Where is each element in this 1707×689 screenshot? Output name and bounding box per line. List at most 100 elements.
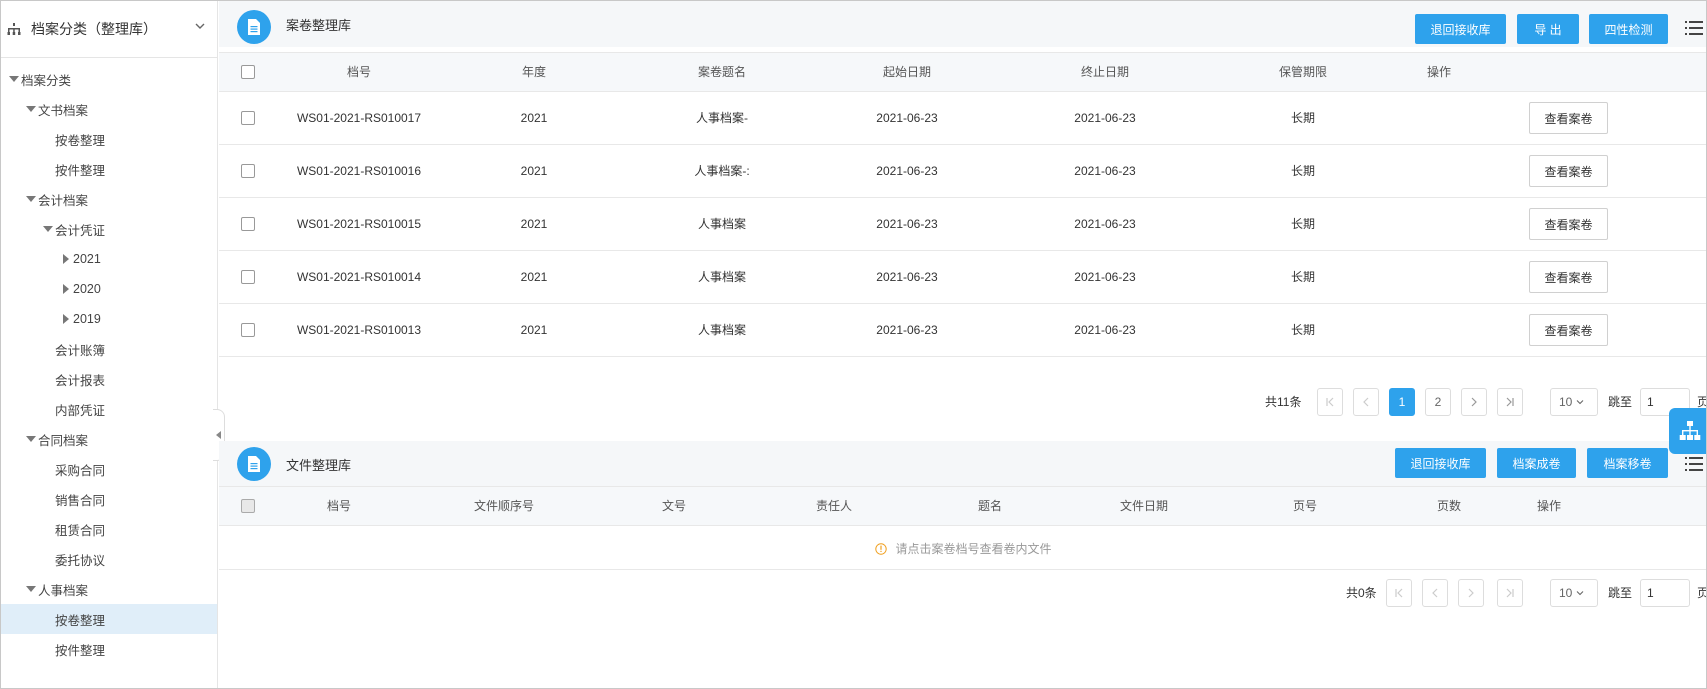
tree-node[interactable]: 会计凭证 <box>1 214 217 244</box>
tree-node[interactable]: 委托协议 <box>1 544 217 574</box>
caret-down-icon[interactable] <box>26 584 36 594</box>
caret-right-icon[interactable] <box>61 314 71 324</box>
sidebar-title: 档案分类（整理库） <box>31 21 157 37</box>
caret-right-icon[interactable] <box>61 284 71 294</box>
jump-page-input[interactable]: 1 <box>1640 579 1690 607</box>
select-all-checkbox[interactable] <box>241 65 255 79</box>
page-button-2[interactable]: 2 <box>1425 388 1451 416</box>
tree-node[interactable]: 租赁合同 <box>1 514 217 544</box>
tree-node[interactable]: 会计报表 <box>1 364 217 394</box>
table-row[interactable]: WS01-2021-RS010014 2021 人事档案 2021-06-23 … <box>219 251 1706 304</box>
cell-code[interactable]: WS01-2021-RS010017 <box>279 92 439 144</box>
tree-node[interactable]: 采购合同 <box>1 454 217 484</box>
tree-node[interactable]: 会计账簿 <box>1 334 217 364</box>
tree-node[interactable]: 档案分类 <box>1 64 217 94</box>
column-header-page-no: 页号 <box>1292 499 1317 513</box>
prev-page-button[interactable] <box>1353 388 1379 416</box>
table-row[interactable]: WS01-2021-RS010015 2021 人事档案 2021-06-23 … <box>219 198 1706 251</box>
four-property-check-button[interactable]: 四性检测 <box>1589 14 1668 44</box>
tree-node[interactable]: 会计档案 <box>1 184 217 214</box>
document-icon <box>237 10 271 44</box>
cell-retention: 长期 <box>1290 323 1315 337</box>
cell-year: 2021 <box>520 270 548 284</box>
category-tree: 档案分类 文书档案 按卷整理 按件整理 会计档案 会计凭证 2021 2020 2019 会计账簿… <box>1 58 217 664</box>
last-page-button[interactable] <box>1497 388 1523 416</box>
tree-node[interactable]: 按卷整理 <box>1 124 217 154</box>
first-page-button[interactable] <box>1386 579 1412 607</box>
total-count: 共11条 <box>1265 395 1302 409</box>
column-settings-icon[interactable] <box>1685 456 1703 472</box>
view-volume-button[interactable]: 查看案卷 <box>1529 314 1608 346</box>
tree-node[interactable]: 人事档案 <box>1 574 217 604</box>
tree-node[interactable]: 2021 <box>1 244 217 274</box>
tree-node[interactable]: 按卷整理 <box>1 604 217 634</box>
column-header-year: 年度 <box>521 65 546 79</box>
view-volume-button[interactable]: 查看案卷 <box>1529 102 1608 134</box>
row-checkbox[interactable] <box>241 217 255 231</box>
cell-code[interactable]: WS01-2021-RS010016 <box>279 145 439 197</box>
page-size-select[interactable]: 10 <box>1550 388 1598 416</box>
tree-node[interactable]: 文书档案 <box>1 94 217 124</box>
info-icon <box>875 542 888 555</box>
table-row[interactable]: WS01-2021-RS010013 2021 人事档案 2021-06-23 … <box>219 304 1706 357</box>
tree-node[interactable]: 合同档案 <box>1 424 217 454</box>
org-chart-float-button[interactable] <box>1669 408 1706 454</box>
prev-page-button[interactable] <box>1422 579 1448 607</box>
caret-down-icon[interactable] <box>26 434 36 444</box>
tree-node[interactable]: 销售合同 <box>1 484 217 514</box>
volume-panel-title: 案卷整理库 <box>286 17 352 33</box>
cell-retention: 长期 <box>1290 111 1315 125</box>
column-header-file-seq: 文件顺序号 <box>473 499 534 513</box>
caret-right-icon[interactable] <box>61 254 71 264</box>
cell-title: 人事档案-: <box>694 164 750 178</box>
cell-year: 2021 <box>520 164 548 178</box>
tree-node-label: 会计报表 <box>55 373 106 388</box>
export-button[interactable]: 导 出 <box>1517 14 1579 44</box>
column-header-file-date: 文件日期 <box>1119 499 1168 513</box>
return-to-receiving-button[interactable]: 退回接收库 <box>1415 14 1506 44</box>
jump-suffix: 页 <box>1697 579 1706 607</box>
caret-down-icon[interactable] <box>9 74 19 84</box>
caret-down-icon[interactable] <box>26 194 36 204</box>
tree-node-label: 会计档案 <box>38 193 89 208</box>
row-checkbox[interactable] <box>241 164 255 178</box>
table-row[interactable]: WS01-2021-RS010016 2021 人事档案-: 2021-06-2… <box>219 145 1706 198</box>
table-row[interactable]: WS01-2021-RS010017 2021 人事档案- 2021-06-23… <box>219 92 1706 145</box>
tree-node[interactable]: 内部凭证 <box>1 394 217 424</box>
sidebar-header[interactable]: 档案分类（整理库） <box>1 1 217 58</box>
last-page-button[interactable] <box>1497 579 1523 607</box>
tree-node[interactable]: 2019 <box>1 304 217 334</box>
select-all-checkbox[interactable] <box>241 499 255 513</box>
cell-retention: 长期 <box>1290 164 1315 178</box>
cell-start-date: 2021-06-23 <box>876 217 938 231</box>
move-volume-button[interactable]: 档案移卷 <box>1587 448 1668 478</box>
tree-node[interactable]: 按件整理 <box>1 634 217 664</box>
tree-node[interactable]: 按件整理 <box>1 154 217 184</box>
column-settings-icon[interactable] <box>1685 20 1703 36</box>
tree-node[interactable]: 2020 <box>1 274 217 304</box>
caret-down-icon[interactable] <box>43 224 53 234</box>
page-size-select[interactable]: 10 <box>1550 579 1598 607</box>
tree-node-label: 2021 <box>73 252 101 266</box>
cell-code[interactable]: WS01-2021-RS010014 <box>279 251 439 303</box>
cell-end-date: 2021-06-23 <box>1074 164 1136 178</box>
first-page-button[interactable] <box>1317 388 1343 416</box>
row-checkbox[interactable] <box>241 270 255 284</box>
caret-down-icon[interactable] <box>26 104 36 114</box>
row-checkbox[interactable] <box>241 323 255 337</box>
cell-year: 2021 <box>520 217 548 231</box>
tree-node-label: 采购合同 <box>55 463 106 478</box>
next-page-button[interactable] <box>1461 388 1487 416</box>
cell-code[interactable]: WS01-2021-RS010015 <box>279 198 439 250</box>
assemble-volume-button[interactable]: 档案成卷 <box>1497 448 1576 478</box>
next-page-button[interactable] <box>1458 579 1484 607</box>
row-checkbox[interactable] <box>241 111 255 125</box>
hierarchy-icon <box>7 22 21 36</box>
cell-code[interactable]: WS01-2021-RS010013 <box>279 304 439 356</box>
view-volume-button[interactable]: 查看案卷 <box>1529 261 1608 293</box>
view-volume-button[interactable]: 查看案卷 <box>1529 155 1608 187</box>
return-to-receiving-button[interactable]: 退回接收库 <box>1395 448 1486 478</box>
page-button-1[interactable]: 1 <box>1389 388 1415 416</box>
view-volume-button[interactable]: 查看案卷 <box>1529 208 1608 240</box>
chevron-down-icon[interactable] <box>193 19 207 33</box>
